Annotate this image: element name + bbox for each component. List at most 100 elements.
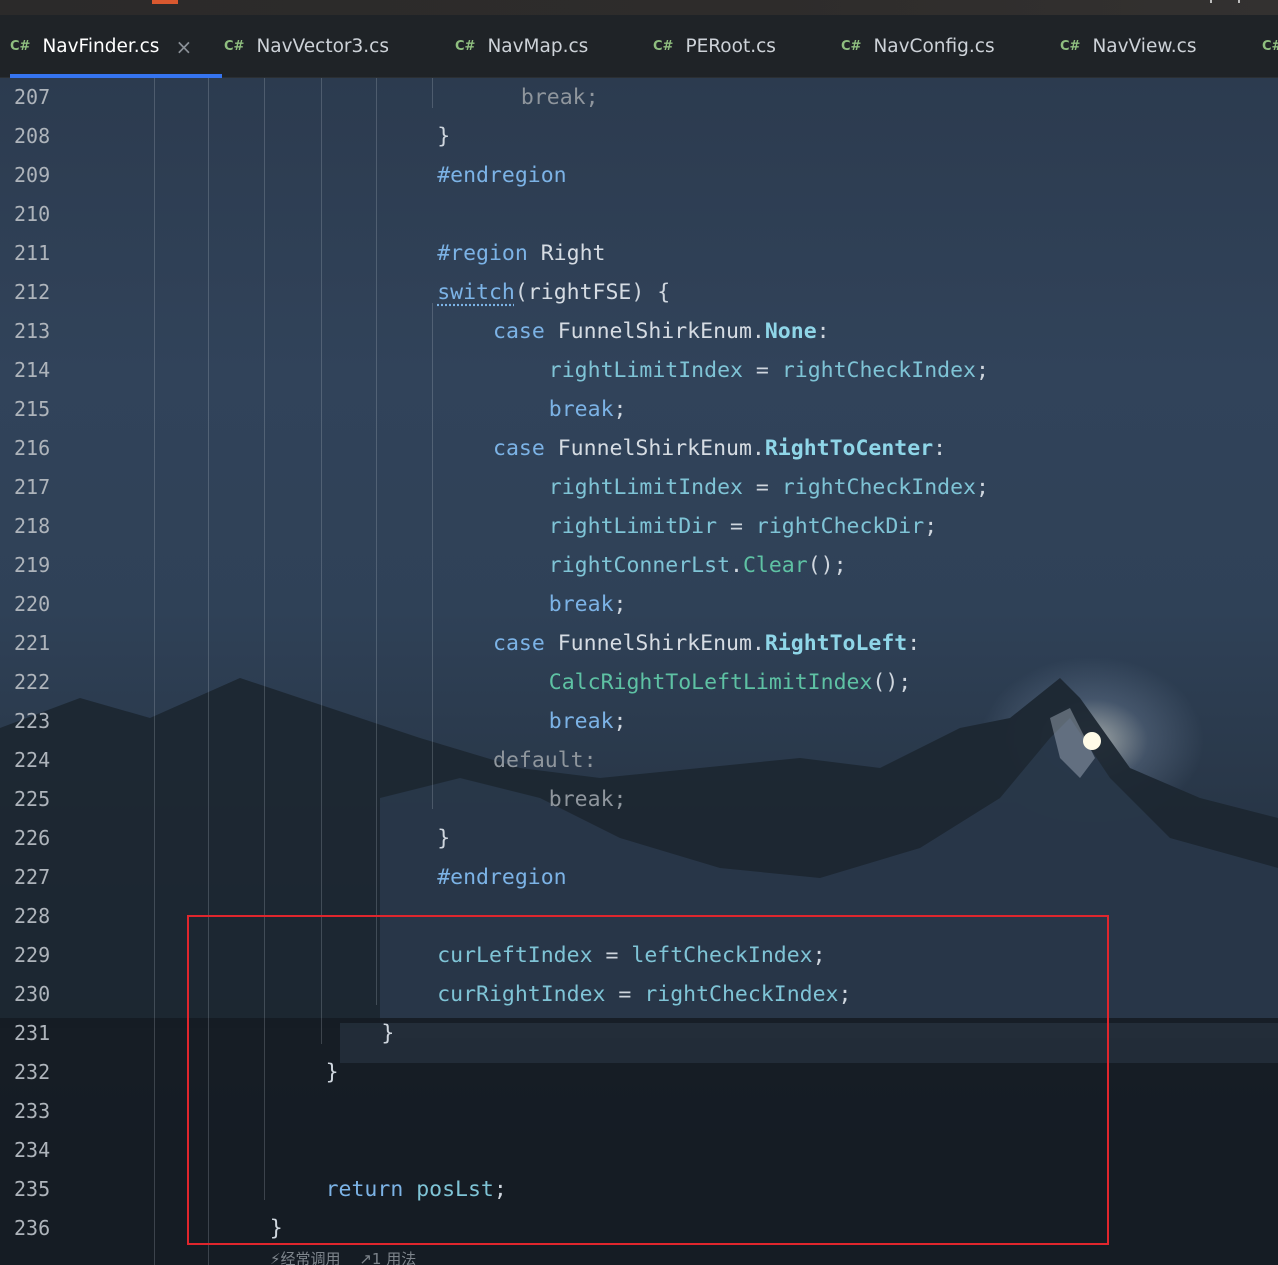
line-number: 210 — [14, 202, 51, 226]
line-number: 224 — [14, 748, 51, 772]
code-token: } — [437, 124, 451, 149]
line-number: 221 — [14, 631, 51, 655]
line-number: 216 — [14, 436, 51, 460]
code-token: } — [437, 826, 451, 851]
code-line[interactable]: 210 — [0, 195, 1278, 234]
code-line[interactable]: 222 CalcRightToLeftLimitIndex(); — [0, 663, 1278, 702]
code-text: } — [437, 117, 450, 156]
code-text: rightLimitIndex = rightCheckIndex; — [549, 351, 989, 390]
code-text: break; — [549, 702, 627, 741]
code-line[interactable]: 212 switch(rightFSE) { — [0, 273, 1278, 312]
line-number: 233 — [14, 1099, 51, 1123]
code-text: break; — [549, 780, 627, 819]
line-number: 212 — [14, 280, 51, 304]
code-line[interactable]: 208} — [0, 117, 1278, 156]
close-tab-icon[interactable]: × — [175, 35, 192, 59]
code-line[interactable]: 223 break; — [0, 702, 1278, 741]
code-token: FunnelShirkEnum — [557, 631, 752, 656]
code-token: : — [816, 319, 830, 344]
code-text: case FunnelShirkEnum.RightToLeft: — [493, 624, 920, 663]
line-number: 219 — [14, 553, 51, 577]
code-text: rightConnerLst.Clear(); — [549, 546, 847, 585]
code-line[interactable]: 220 break; — [0, 585, 1278, 624]
code-line[interactable]: 225 break; — [0, 780, 1278, 819]
code-token: rightFSE — [527, 280, 632, 305]
code-line[interactable]: 219 rightConnerLst.Clear(); — [0, 546, 1278, 585]
tab-navview-cs[interactable]: C# NavView.cs — [1060, 15, 1196, 78]
code-line[interactable]: 217 rightLimitIndex = rightCheckIndex; — [0, 468, 1278, 507]
csharp-file-icon: C# — [1262, 39, 1278, 54]
line-number: 223 — [14, 709, 51, 733]
line-number: 222 — [14, 670, 51, 694]
tab-navvector3-cs[interactable]: C# NavVector3.cs — [224, 15, 389, 78]
tab-navfinder-cs[interactable]: C# NavFinder.cs × — [10, 15, 223, 78]
code-line[interactable]: 211 #region Right — [0, 234, 1278, 273]
code-token: . — [730, 553, 743, 578]
line-number: 227 — [14, 865, 51, 889]
code-editor[interactable]: 207 break; 208} 209 #endregion 210 211 #region … — [0, 78, 1278, 1265]
code-token: ; — [924, 514, 938, 539]
code-token: = — [742, 358, 782, 383]
codelens-usage[interactable]: ⚡经常调用 — [270, 1250, 341, 1265]
code-text: break; — [549, 585, 627, 624]
code-line[interactable]: 227 #endregion — [0, 858, 1278, 897]
code-token: rightLimitDir — [548, 514, 718, 539]
csharp-file-icon: C# — [1060, 39, 1081, 54]
code-token: FunnelShirkEnum — [557, 436, 752, 461]
code-token: RightToLeft — [764, 631, 908, 656]
csharp-file-icon: C# — [10, 39, 31, 54]
line-number: 218 — [14, 514, 51, 538]
code-token: ( — [514, 280, 528, 305]
code-token: #region — [437, 241, 528, 266]
code-token: RightToCenter — [764, 436, 934, 461]
tab-peroot-cs[interactable]: C# PERoot.cs — [653, 15, 776, 78]
line-number: 231 — [14, 1021, 51, 1045]
code-line[interactable]: 213 case FunnelShirkEnum.None: — [0, 312, 1278, 351]
code-token: #endregion — [437, 163, 567, 188]
code-token: default: — [493, 748, 597, 773]
code-token: rightCheckDir — [755, 514, 925, 539]
window-top-strip — [0, 0, 1278, 15]
code-token: case — [493, 319, 558, 344]
code-line[interactable]: 207 break; — [0, 78, 1278, 117]
code-token: Clear — [742, 553, 808, 578]
line-number: 228 — [14, 904, 51, 928]
window-control-icon[interactable] — [1210, 0, 1240, 3]
code-token: . — [751, 436, 765, 461]
csharp-file-icon: C# — [224, 39, 245, 54]
line-number: 226 — [14, 826, 51, 850]
codelens-hint[interactable]: ⚡经常调用 ↗1 用法 — [270, 1248, 430, 1265]
code-text: #endregion — [437, 858, 566, 897]
code-line[interactable]: 224 default: — [0, 741, 1278, 780]
code-text: } — [437, 819, 450, 858]
code-text: CalcRightToLeftLimitIndex(); — [549, 663, 911, 702]
code-token: : — [933, 436, 947, 461]
code-token: . — [751, 631, 765, 656]
code-text: default: — [493, 741, 597, 780]
code-text: switch(rightFSE) { — [437, 273, 670, 312]
code-token: rightLimitIndex — [548, 358, 743, 383]
code-line[interactable]: 216 case FunnelShirkEnum.RightToCenter: — [0, 429, 1278, 468]
tab-overflow[interactable]: C# — [1262, 15, 1278, 78]
code-line[interactable]: 226} — [0, 819, 1278, 858]
code-token: #endregion — [437, 865, 567, 890]
tab-label: NavConfig.cs — [873, 36, 995, 57]
code-token: case — [493, 631, 558, 656]
code-line[interactable]: 215 break; — [0, 390, 1278, 429]
code-line[interactable]: 221 case FunnelShirkEnum.RightToLeft: — [0, 624, 1278, 663]
tab-label: NavView.cs — [1092, 36, 1197, 57]
tab-label: NavMap.cs — [487, 36, 589, 57]
code-line[interactable]: 209 #endregion — [0, 156, 1278, 195]
line-number: 232 — [14, 1060, 51, 1084]
line-number: 230 — [14, 982, 51, 1006]
tab-navmap-cs[interactable]: C# NavMap.cs — [455, 15, 588, 78]
code-text: case FunnelShirkEnum.RightToCenter: — [493, 429, 946, 468]
code-token: ) { — [631, 280, 671, 305]
code-line[interactable]: 214 rightLimitIndex = rightCheckIndex; — [0, 351, 1278, 390]
tab-navconfig-cs[interactable]: C# NavConfig.cs — [841, 15, 995, 78]
code-text: break; — [521, 78, 599, 117]
code-token: case — [493, 436, 558, 461]
codelens-refs[interactable]: ↗1 用法 — [359, 1250, 416, 1265]
code-token: rightLimitIndex — [548, 475, 743, 500]
code-line[interactable]: 218 rightLimitDir = rightCheckDir; — [0, 507, 1278, 546]
